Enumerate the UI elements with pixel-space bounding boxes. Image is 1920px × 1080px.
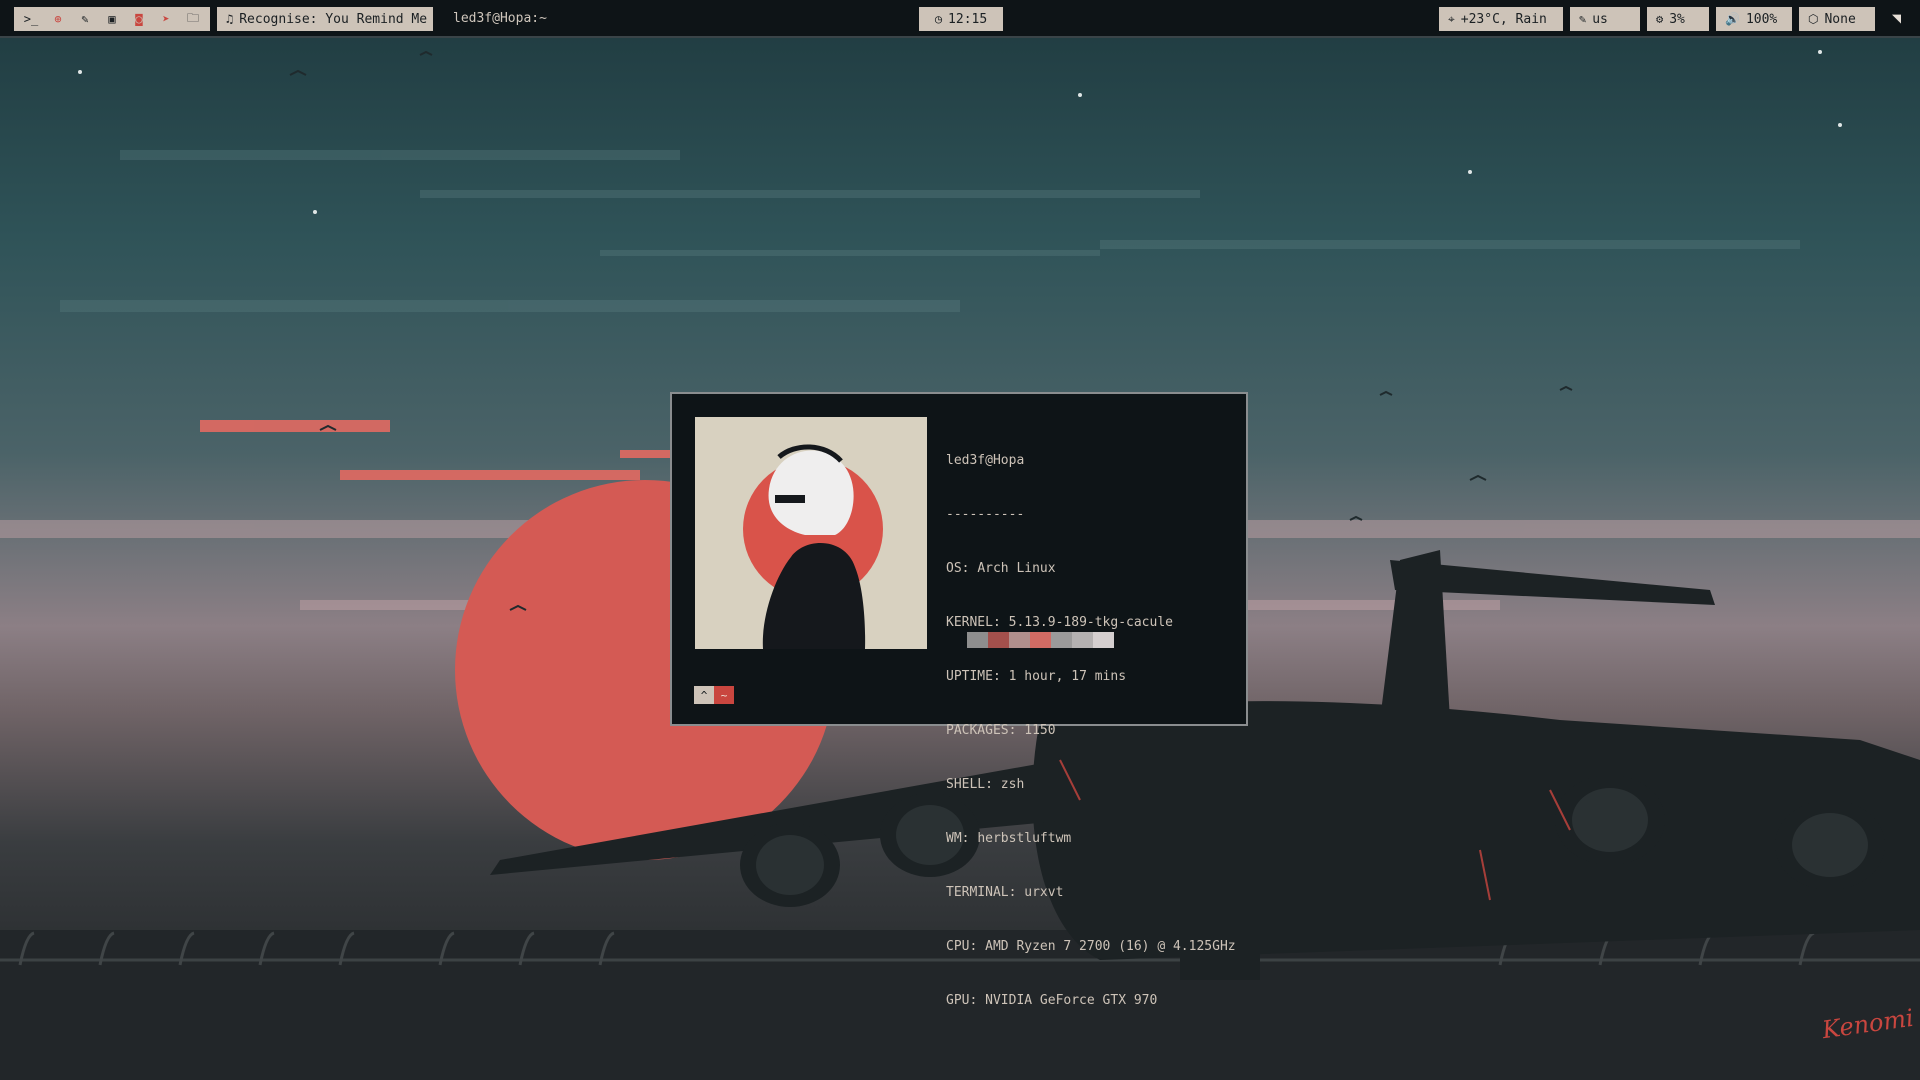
info-line: CPU: AMD Ryzen 7 2700 (16) @ 4.125GHz bbox=[946, 939, 1236, 954]
palette-swatch bbox=[967, 632, 988, 648]
top-bar: >_ ⊕ ✎ ▣ ◙ ➤ 🗀 ♫ Recognise: You Remind M… bbox=[0, 0, 1920, 38]
info-key: SHELL bbox=[946, 777, 986, 792]
info-key: PACKAGES bbox=[946, 723, 1009, 738]
music-note-icon: ♫ bbox=[226, 12, 234, 26]
now-playing-text: Recognise: You Remind Me bbox=[239, 11, 428, 27]
send-icon[interactable]: ➤ bbox=[155, 12, 177, 26]
package-icon: ⬡ bbox=[1808, 12, 1819, 26]
clock-time: 12:15 bbox=[948, 11, 988, 27]
info-key: WM bbox=[946, 831, 962, 846]
separator-line: ---------- bbox=[946, 507, 1025, 522]
info-key: KERNEL bbox=[946, 615, 993, 630]
cpu-widget[interactable]: ⚙ 3% bbox=[1647, 7, 1709, 31]
telegram-icon[interactable]: ◥ bbox=[1892, 9, 1901, 27]
info-key: UPTIME bbox=[946, 669, 993, 684]
ascii-art-image bbox=[695, 417, 927, 649]
cpu-usage-text: 3% bbox=[1669, 11, 1685, 27]
keyboard-layout-widget[interactable]: ✎ us bbox=[1570, 7, 1640, 31]
palette-swatch bbox=[1030, 632, 1051, 648]
prompt-segment: ^ bbox=[694, 686, 714, 704]
info-line: GPU: NVIDIA GeForce GTX 970 bbox=[946, 993, 1158, 1008]
volume-text: 100% bbox=[1745, 11, 1778, 27]
weather-text: +23°C, Rain bbox=[1460, 11, 1547, 27]
volume-widget[interactable]: 🔊 100% bbox=[1716, 7, 1792, 31]
info-value: urxvt bbox=[1024, 885, 1064, 900]
palette-swatch bbox=[988, 632, 1009, 648]
user-host: led3f@Hopa bbox=[946, 453, 1025, 468]
palette-swatch bbox=[1009, 632, 1030, 648]
clock-icon: ◷ bbox=[934, 12, 943, 26]
palette-swatch bbox=[1072, 632, 1093, 648]
info-value: zsh bbox=[1000, 777, 1025, 792]
info-key: OS bbox=[946, 561, 962, 576]
terminal-window[interactable]: led3f@Hopa ---------- OS: Arch Linux KER… bbox=[670, 392, 1248, 1008]
info-line: PACKAGES: 1150 bbox=[946, 723, 1056, 738]
info-value: AMD Ryzen 7 2700 (16) @ 4.125GHz bbox=[985, 939, 1236, 954]
location-pin-icon: ⌖ bbox=[1448, 11, 1455, 26]
info-key: GPU bbox=[946, 993, 970, 1008]
editor-icon[interactable]: ✎ bbox=[74, 12, 96, 26]
info-value: herbstluftwm bbox=[977, 831, 1072, 846]
weather-widget[interactable]: ⌖ +23°C, Rain bbox=[1439, 7, 1563, 31]
palette-swatch bbox=[1051, 632, 1072, 648]
shell-prompt[interactable]: ^ ~ bbox=[694, 686, 734, 704]
system-info: led3f@Hopa ---------- OS: Arch Linux KER… bbox=[946, 416, 1236, 1046]
info-line: SHELL: zsh bbox=[946, 777, 1025, 792]
cpu-icon: ⚙ bbox=[1656, 12, 1664, 26]
keyboard-layout-text: us bbox=[1592, 11, 1608, 27]
prompt-segment: ~ bbox=[714, 686, 734, 704]
updates-widget[interactable]: ⬡ None bbox=[1799, 7, 1875, 31]
terminal-icon[interactable]: >_ bbox=[20, 12, 42, 26]
clock-widget[interactable]: ◷ 12:15 bbox=[919, 7, 1003, 31]
updates-text: None bbox=[1824, 11, 1856, 27]
pencil-icon: ✎ bbox=[1579, 12, 1587, 26]
info-key: TERMINAL bbox=[946, 885, 1009, 900]
window-title: led3f@Hopa:~ bbox=[453, 11, 547, 26]
info-line: OS: Arch Linux bbox=[946, 561, 1056, 576]
info-value: 5.13.9-189-tkg-cacule bbox=[1008, 615, 1173, 630]
camera-icon[interactable]: ◙ bbox=[128, 12, 150, 26]
info-key: CPU bbox=[946, 939, 970, 954]
info-value: NVIDIA GeForce GTX 970 bbox=[985, 993, 1158, 1008]
info-line: KERNEL: 5.13.9-189-tkg-cacule bbox=[946, 615, 1173, 630]
speaker-icon: 🔊 bbox=[1725, 12, 1740, 26]
music-widget[interactable]: ♫ Recognise: You Remind Me bbox=[217, 7, 433, 31]
info-value: Arch Linux bbox=[977, 561, 1056, 576]
palette-swatch bbox=[1093, 632, 1114, 648]
info-line: TERMINAL: urxvt bbox=[946, 885, 1064, 900]
info-value: 1 hour, 17 mins bbox=[1008, 669, 1127, 684]
color-palette bbox=[967, 632, 1114, 648]
app-launcher: >_ ⊕ ✎ ▣ ◙ ➤ 🗀 bbox=[14, 7, 210, 31]
info-line: UPTIME: 1 hour, 17 mins bbox=[946, 669, 1127, 684]
globe-icon[interactable]: ⊕ bbox=[47, 12, 69, 26]
info-line: WM: herbstluftwm bbox=[946, 831, 1072, 846]
info-value: 1150 bbox=[1024, 723, 1056, 738]
files-icon[interactable]: 🗀 bbox=[182, 9, 204, 30]
image-icon[interactable]: ▣ bbox=[101, 12, 123, 26]
